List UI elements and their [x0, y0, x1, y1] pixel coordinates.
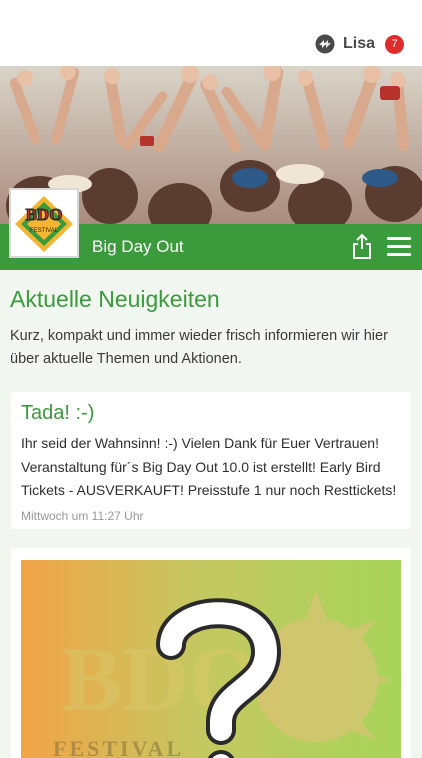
page-description: Kurz, kompakt und immer wieder frisch in…	[10, 328, 388, 367]
refresh-logo-icon	[315, 34, 335, 54]
logo-subtext: FESTIVAL	[30, 228, 59, 234]
news-timestamp: Mittwoch um 11:27 Uhr	[21, 508, 144, 523]
page-title: Aktuelle Neuigkeiten	[10, 286, 220, 312]
news-card[interactable]: Tada! :-) Ihr seid der Wahnsinn! :-) Vie…	[11, 392, 411, 529]
news-card-image[interactable]: BDO FESTIVAL	[11, 548, 411, 758]
top-bar: Lisa 7	[0, 0, 422, 66]
news-image: BDO FESTIVAL	[21, 560, 401, 758]
festival-logo[interactable]: BDO FESTIVAL	[9, 188, 79, 258]
brand-bar: BDO FESTIVAL Big Day Out	[0, 188, 422, 270]
user-menu[interactable]: Lisa 7	[315, 32, 404, 56]
user-name[interactable]: Lisa	[343, 35, 375, 53]
news-text: Ihr seid der Wahnsinn! :-) Vielen Dank f…	[21, 435, 397, 498]
image-brand-subtext: FESTIVAL	[53, 736, 184, 758]
brand-title: Big Day Out	[92, 237, 184, 256]
share-icon[interactable]	[352, 233, 372, 259]
notification-badge[interactable]: 7	[385, 34, 404, 54]
logo-text: BDO	[26, 205, 63, 224]
hamburger-menu-icon[interactable]	[387, 237, 411, 257]
news-title: Tada! :-)	[21, 402, 95, 424]
